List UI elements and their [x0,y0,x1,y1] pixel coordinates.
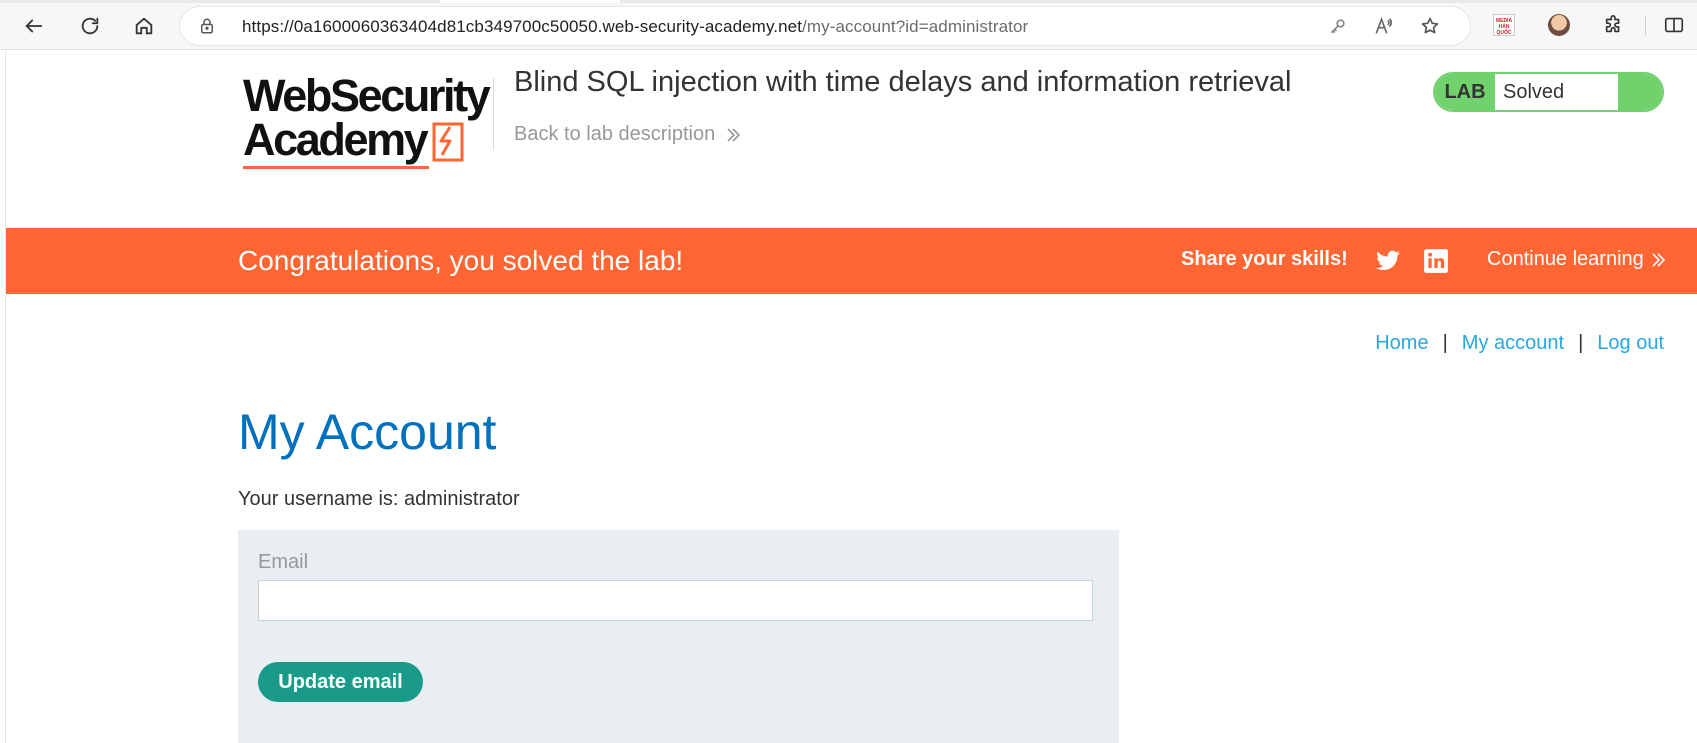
nav-my-account-link[interactable]: My account [1462,332,1564,355]
back-to-lab-description-link[interactable]: Back to lab description [514,123,741,146]
back-link-label: Back to lab description [514,123,716,145]
lab-status-widget: LAB Solved [1433,72,1664,112]
url-text[interactable]: https://0a1600060363404d81cb349700c50050… [242,17,1028,37]
banner-message: Congratulations, you solved the lab! [238,245,684,276]
top-nav: Home | My account | Log out [1375,332,1664,355]
username-text: Your username is: administrator [238,488,520,510]
lab-status-fill [1618,74,1662,110]
avatar [1548,14,1570,36]
nav-separator: | [1442,332,1448,354]
update-email-button[interactable]: Update email [258,662,423,702]
double-chevron-right-icon [727,127,741,142]
reload-icon[interactable] [74,10,106,42]
page-content: WebSecurity Academy Blind SQL injection … [5,50,1697,743]
profile-avatar-icon[interactable] [1547,13,1571,37]
nav-home-link[interactable]: Home [1375,332,1428,355]
split-screen-icon[interactable] [1662,13,1686,37]
linkedin-icon[interactable] [1423,248,1449,274]
page-title: My Account [238,404,497,460]
address-bar[interactable]: https://0a1600060363404d81cb349700c50050… [180,7,1470,45]
logo-line-1: WebSecurity [243,70,491,121]
tab-strip [0,0,1697,3]
share-skills-text: Share your skills! [1181,248,1348,270]
lab-status-value: Solved [1503,80,1565,103]
logo-line-2: Academy [243,114,429,165]
star-icon[interactable] [1419,15,1441,37]
url-host: https://0a1600060363404d81cb349700c50050… [242,17,803,36]
double-chevron-right-icon [1652,252,1665,267]
logo-mark-icon [432,122,464,162]
solved-banner: Congratulations, you solved the lab! Sha… [6,228,1697,294]
web-security-academy-logo[interactable]: WebSecurity Academy [243,73,491,169]
key-icon[interactable] [1327,15,1349,37]
puzzle-icon[interactable] [1602,13,1626,37]
twitter-icon[interactable] [1375,248,1401,274]
email-field[interactable] [258,580,1093,621]
toolbar-divider [1645,15,1646,35]
url-path: /my-account?id=administrator [802,17,1029,36]
logo-underline [243,166,429,169]
lab-title: Blind SQL injection with time delays and… [514,66,1292,98]
home-icon[interactable] [128,10,160,42]
continue-learning-label: Continue learning [1487,248,1644,270]
email-label: Email [258,551,309,573]
media-extension-badge: MEDIA HẢN QUỐC [1493,14,1515,36]
active-tab[interactable] [440,0,620,3]
lab-status-tag: LAB [1435,74,1495,110]
nav-separator: | [1578,332,1584,354]
back-arrow-icon[interactable] [18,10,50,42]
lock-icon[interactable] [198,17,216,35]
header-divider [493,78,494,150]
nav-log-out-link[interactable]: Log out [1597,332,1664,355]
read-aloud-icon[interactable] [1373,15,1395,37]
media-extension-icon[interactable]: MEDIA HẢN QUỐC [1492,13,1516,37]
browser-toolbar: https://0a1600060363404d81cb349700c50050… [0,0,1697,50]
continue-learning-link[interactable]: Continue learning [1487,248,1666,271]
update-email-form: Email Update email [238,530,1119,743]
